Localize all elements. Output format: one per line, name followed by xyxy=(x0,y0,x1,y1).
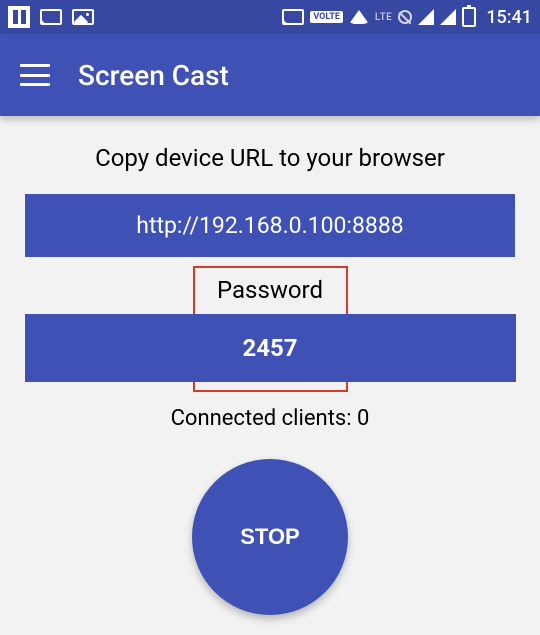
image-notification-icon xyxy=(72,9,94,25)
password-value: 2457 xyxy=(25,314,516,382)
cast-status-icon xyxy=(282,9,304,25)
highlight-annotation: Password 2457 xyxy=(193,266,348,392)
password-section: Password 2457 xyxy=(0,266,540,392)
lte-label: LTE xyxy=(375,12,392,23)
battery-level: 89 xyxy=(464,12,474,22)
app-bar: Screen Cast xyxy=(0,34,540,116)
signal-icon-1 xyxy=(418,9,434,25)
instruction-text: Copy device URL to your browser xyxy=(0,144,540,172)
battery-icon: 89 xyxy=(462,7,476,27)
url-display: http://192.168.0.100:8888 xyxy=(25,194,515,257)
wifi-icon xyxy=(349,10,369,24)
connected-clients: Connected clients: 0 xyxy=(0,406,540,431)
app-title: Screen Cast xyxy=(78,59,229,92)
pause-icon xyxy=(8,6,30,28)
status-left-group xyxy=(8,6,94,28)
cast-notification-icon xyxy=(40,9,62,25)
status-bar: VOLTE LTE 89 15:41 xyxy=(0,0,540,34)
no-data-icon xyxy=(398,10,412,24)
signal-icon-2 xyxy=(440,9,456,25)
volte-badge: VOLTE xyxy=(310,11,343,23)
menu-icon[interactable] xyxy=(20,64,50,86)
stop-button[interactable]: STOP xyxy=(192,459,348,615)
main-content: Copy device URL to your browser http://1… xyxy=(0,116,540,615)
password-label: Password xyxy=(195,276,346,304)
status-right-group: VOLTE LTE 89 15:41 xyxy=(282,7,532,28)
clock: 15:41 xyxy=(486,7,532,28)
